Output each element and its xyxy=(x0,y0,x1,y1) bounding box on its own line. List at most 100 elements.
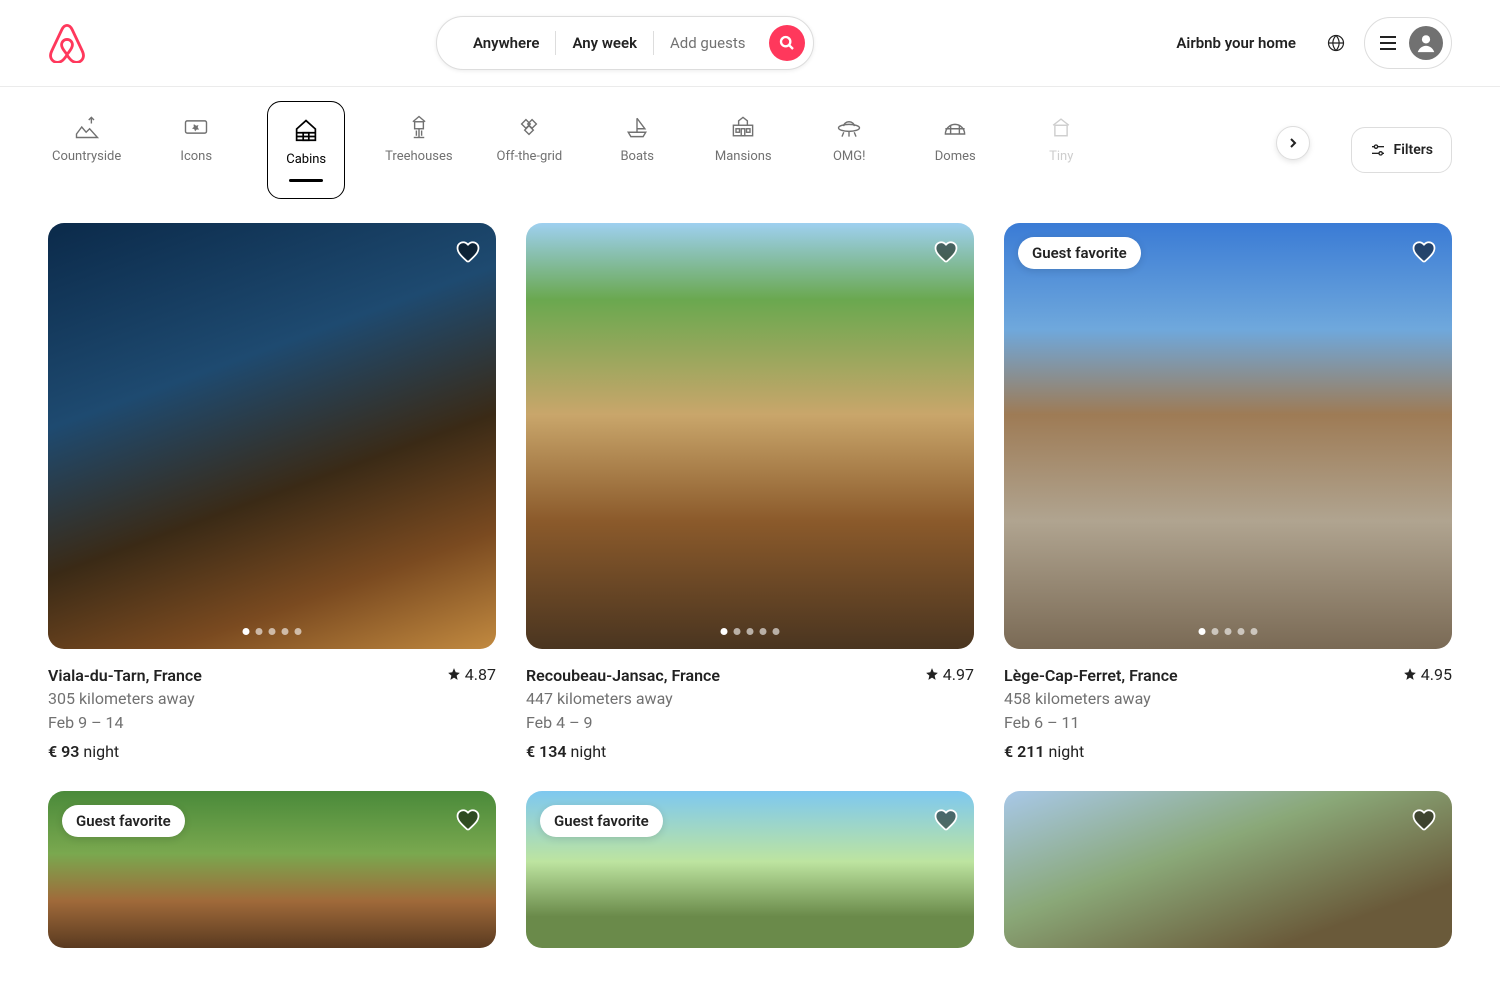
countryside-icon xyxy=(73,113,101,141)
wishlist-button[interactable] xyxy=(454,805,482,837)
category-tiny[interactable]: Tiny xyxy=(1026,101,1096,199)
user-menu[interactable] xyxy=(1364,17,1452,69)
header-right: Airbnb your home xyxy=(1164,17,1452,69)
ticket-icon xyxy=(182,113,210,141)
search-button[interactable] xyxy=(769,25,805,61)
listing-price: € 93 night xyxy=(48,740,496,763)
listing-photo[interactable] xyxy=(48,223,496,649)
listing-card[interactable] xyxy=(1004,791,1452,948)
site-header: Anywhere Any week Add guests Airbnb your… xyxy=(0,0,1500,87)
treehouse-icon xyxy=(405,113,433,141)
dome-icon xyxy=(941,113,969,141)
category-label: Domes xyxy=(935,149,976,164)
language-button[interactable] xyxy=(1316,23,1356,63)
search-when[interactable]: Any week xyxy=(556,34,653,52)
star-icon xyxy=(1403,667,1417,681)
category-cabins[interactable]: Cabins xyxy=(267,101,345,199)
category-label: Mansions xyxy=(715,149,772,164)
ufo-icon xyxy=(835,113,863,141)
category-off-the-grid[interactable]: Off-the-grid xyxy=(493,101,567,199)
category-list: Countryside Icons Cabins Treehouses Off-… xyxy=(48,101,1315,199)
category-label: Icons xyxy=(180,149,212,164)
search-who[interactable]: Add guests xyxy=(654,34,761,52)
listing-rating: 4.97 xyxy=(925,663,974,686)
listing-card[interactable]: Recoubeau-Jansac, France 4.97 447 kilome… xyxy=(526,223,974,763)
listing-rating: 4.87 xyxy=(447,663,496,686)
listing-price: € 211 night xyxy=(1004,740,1452,763)
avatar xyxy=(1409,26,1443,60)
listing-location: Lège-Cap-Ferret, France xyxy=(1004,664,1178,687)
category-countryside[interactable]: Countryside xyxy=(48,101,125,199)
guest-favorite-badge: Guest favorite xyxy=(1018,237,1141,269)
listing-card[interactable]: Guest favorite xyxy=(48,791,496,948)
category-scroll-right[interactable] xyxy=(1276,126,1310,160)
listing-rating: 4.95 xyxy=(1403,663,1452,686)
guest-favorite-badge: Guest favorite xyxy=(62,805,185,837)
search-where[interactable]: Anywhere xyxy=(457,34,556,52)
listing-info: Recoubeau-Jansac, France 4.97 447 kilome… xyxy=(526,649,974,763)
photo-pagination xyxy=(721,628,780,635)
listing-distance: 458 kilometers away xyxy=(1004,687,1452,710)
heart-icon xyxy=(932,237,960,265)
listing-price: € 134 night xyxy=(526,740,974,763)
airbnb-logo[interactable] xyxy=(48,23,86,63)
listing-dates: Feb 4 – 9 xyxy=(526,711,974,734)
listing-distance: 305 kilometers away xyxy=(48,687,496,710)
tiny-icon xyxy=(1047,113,1075,141)
heart-icon xyxy=(932,805,960,833)
listing-photo[interactable] xyxy=(1004,791,1452,948)
listing-photo[interactable]: Guest favorite xyxy=(1004,223,1452,649)
wishlist-button[interactable] xyxy=(932,237,960,269)
listing-info: Lège-Cap-Ferret, France 4.95 458 kilomet… xyxy=(1004,649,1452,763)
category-icons[interactable]: Icons xyxy=(161,101,231,199)
category-label: Off-the-grid xyxy=(497,149,563,164)
sliders-icon xyxy=(1370,142,1386,158)
wishlist-button[interactable] xyxy=(1410,237,1438,269)
cabin-icon xyxy=(291,114,321,144)
category-label: Treehouses xyxy=(385,149,452,164)
mansion-icon xyxy=(729,113,757,141)
category-boats[interactable]: Boats xyxy=(602,101,672,199)
star-icon xyxy=(925,667,939,681)
listing-card[interactable]: Guest favorite xyxy=(526,791,974,948)
heart-icon xyxy=(1410,237,1438,265)
search-bar[interactable]: Anywhere Any week Add guests xyxy=(436,16,815,70)
guest-favorite-badge: Guest favorite xyxy=(540,805,663,837)
category-label: OMG! xyxy=(833,149,866,164)
listing-photo[interactable]: Guest favorite xyxy=(48,791,496,948)
listing-card[interactable]: Guest favorite Lège-Cap-Ferret, France 4… xyxy=(1004,223,1452,763)
listing-card[interactable]: Viala-du-Tarn, France 4.87 305 kilometer… xyxy=(48,223,496,763)
boat-icon xyxy=(623,113,651,141)
category-label: Countryside xyxy=(52,149,121,164)
listing-photo[interactable] xyxy=(526,223,974,649)
category-treehouses[interactable]: Treehouses xyxy=(381,101,456,199)
photo-pagination xyxy=(243,628,302,635)
star-icon xyxy=(447,667,461,681)
filters-label: Filters xyxy=(1394,142,1433,158)
category-label: Cabins xyxy=(286,152,326,167)
listing-distance: 447 kilometers away xyxy=(526,687,974,710)
hamburger-icon xyxy=(1379,36,1397,50)
listing-dates: Feb 6 – 11 xyxy=(1004,711,1452,734)
host-link[interactable]: Airbnb your home xyxy=(1164,22,1308,64)
filters-button[interactable]: Filters xyxy=(1351,127,1452,173)
category-domes[interactable]: Domes xyxy=(920,101,990,199)
listing-location: Recoubeau-Jansac, France xyxy=(526,664,720,687)
category-bar: Countryside Icons Cabins Treehouses Off-… xyxy=(0,87,1500,199)
listings-grid: Viala-du-Tarn, France 4.87 305 kilometer… xyxy=(0,199,1500,972)
heart-icon xyxy=(454,237,482,265)
category-label: Tiny xyxy=(1049,149,1073,164)
category-label: Boats xyxy=(620,149,654,164)
category-omg[interactable]: OMG! xyxy=(814,101,884,199)
listing-photo[interactable]: Guest favorite xyxy=(526,791,974,948)
category-mansions[interactable]: Mansions xyxy=(708,101,778,199)
person-icon xyxy=(1415,32,1437,54)
globe-icon xyxy=(1327,34,1345,52)
listing-dates: Feb 9 – 14 xyxy=(48,711,496,734)
wishlist-button[interactable] xyxy=(932,805,960,837)
wishlist-button[interactable] xyxy=(1410,805,1438,837)
offgrid-icon xyxy=(515,113,543,141)
heart-icon xyxy=(454,805,482,833)
search-icon xyxy=(779,35,795,51)
wishlist-button[interactable] xyxy=(454,237,482,269)
